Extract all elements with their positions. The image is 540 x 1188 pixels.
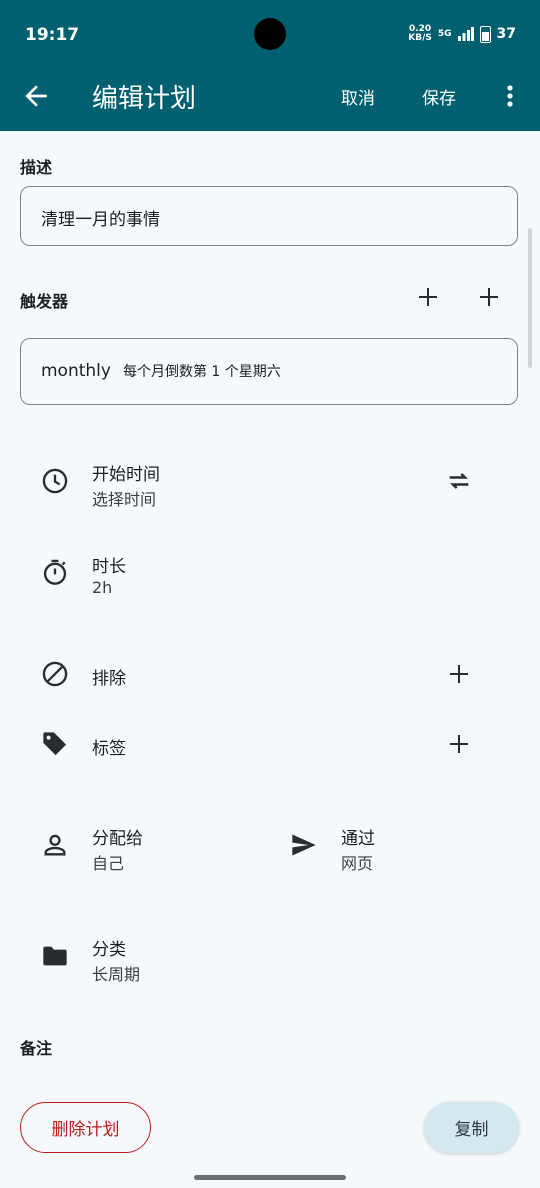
app-bar: 19:17 0.20 KB/S 5G 37 编辑计划 取消 保存	[0, 0, 540, 131]
add-trigger-icon[interactable]	[416, 285, 440, 309]
duration-value[interactable]: 2h	[92, 578, 112, 597]
via-value[interactable]: 网页	[341, 850, 373, 874]
add-trigger-alt-icon[interactable]	[477, 285, 501, 309]
battery-level: 37	[496, 26, 516, 42]
save-button[interactable]: 保存	[422, 84, 456, 109]
trigger-label: 触发器	[20, 292, 69, 311]
add-exclude-icon[interactable]	[447, 662, 471, 686]
send-icon	[292, 834, 316, 856]
trigger-name: monthly	[41, 361, 111, 381]
status-indicators: 0.20 KB/S 5G 37	[408, 25, 516, 43]
camera-cutout	[254, 18, 286, 50]
battery-icon	[479, 25, 491, 43]
person-icon	[44, 834, 66, 856]
start-time-value[interactable]: 选择时间	[92, 486, 156, 510]
category-value[interactable]: 长周期	[92, 961, 140, 985]
duration-title[interactable]: 时长	[92, 552, 126, 577]
delete-plan-button[interactable]: 删除计划	[20, 1102, 151, 1153]
tags-title[interactable]: 标签	[92, 734, 126, 759]
folder-icon	[43, 946, 67, 966]
exclude-title[interactable]: 排除	[92, 664, 126, 689]
block-icon	[42, 661, 68, 687]
description-label: 描述	[20, 158, 53, 177]
home-indicator[interactable]	[194, 1175, 346, 1180]
swap-icon[interactable]	[445, 467, 473, 495]
category-title[interactable]: 分类	[92, 935, 126, 960]
add-tag-icon[interactable]	[447, 732, 471, 756]
page-title: 编辑计划	[92, 84, 197, 114]
notes-label: 备注	[20, 1039, 53, 1058]
signal-bars-icon	[457, 27, 474, 41]
status-time: 19:17	[25, 25, 80, 45]
net-speed: 0.20 KB/S	[408, 25, 432, 43]
assign-value[interactable]: 自己	[92, 850, 124, 874]
trigger-item[interactable]: monthly 每个月倒数第 1 个星期六	[20, 338, 518, 405]
arrow-left-icon[interactable]	[20, 80, 52, 112]
scrollbar[interactable]	[528, 228, 532, 368]
copy-button[interactable]: 复制	[424, 1102, 519, 1153]
assign-title[interactable]: 分配给	[92, 824, 143, 849]
clock-icon	[42, 468, 68, 494]
timer-icon	[43, 559, 67, 585]
start-time-title[interactable]: 开始时间	[92, 460, 160, 485]
net-speed-unit: KB/S	[408, 33, 432, 43]
description-input[interactable]: 清理一月的事情	[20, 186, 518, 246]
tag-icon	[43, 732, 67, 756]
cancel-button[interactable]: 取消	[341, 84, 375, 109]
via-title[interactable]: 通过	[341, 824, 375, 849]
trigger-detail: 每个月倒数第 1 个星期六	[122, 364, 281, 380]
signal-type: 5G	[437, 29, 452, 39]
more-vertical-icon[interactable]	[498, 82, 522, 110]
